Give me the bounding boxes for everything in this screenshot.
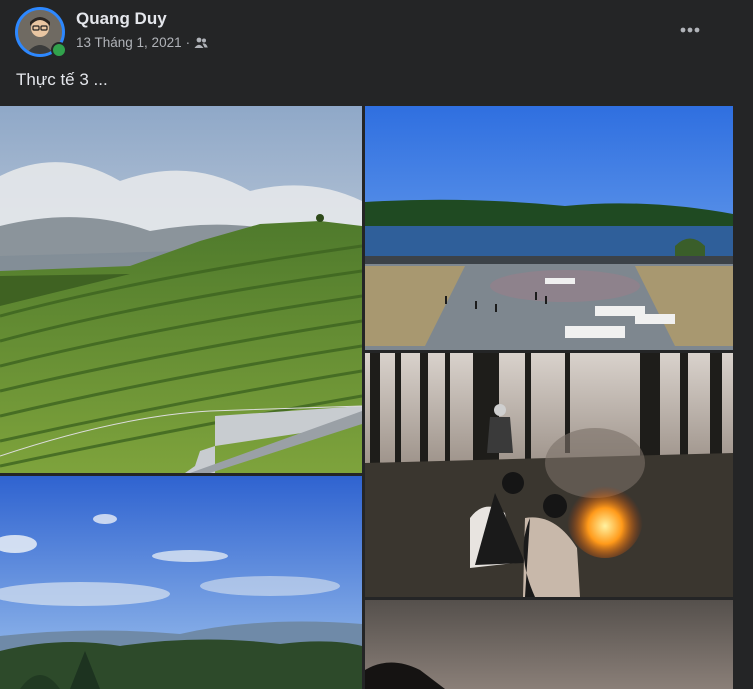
photo-campfire-forest[interactable] [365, 353, 733, 597]
post-header: Quang Duy 13 Tháng 1, 2021 · [0, 0, 753, 62]
photo-lake-square[interactable] [365, 106, 733, 350]
photo-tea-hill[interactable] [0, 106, 362, 473]
photo-dusk-sky[interactable] [365, 600, 733, 689]
author-name[interactable]: Quang Duy [76, 9, 167, 29]
right-gutter [733, 62, 753, 689]
more-horizontal-icon [680, 27, 700, 33]
photo-blue-sky-mountains[interactable] [0, 476, 362, 689]
more-options-button[interactable] [672, 12, 708, 48]
post-date[interactable]: 13 Tháng 1, 2021 [76, 35, 182, 50]
friends-icon[interactable] [194, 37, 208, 49]
online-status-dot [51, 42, 67, 58]
meta-separator: · [185, 35, 191, 50]
post-text: Thực tế 3 ... [16, 70, 108, 89]
post-meta: 13 Tháng 1, 2021 · [76, 35, 208, 50]
